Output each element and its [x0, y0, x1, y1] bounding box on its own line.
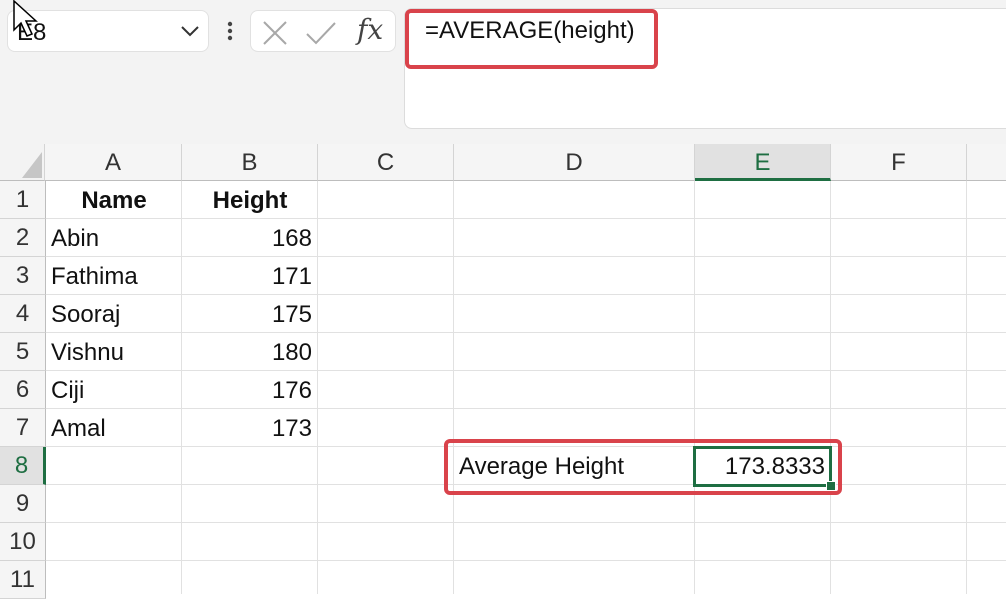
formula-controls: fx: [250, 10, 396, 52]
row-header-8[interactable]: 8: [0, 447, 46, 485]
result-highlight-box: [444, 439, 842, 495]
table-cell-name[interactable]: Vishnu: [46, 333, 182, 371]
table-cell-height[interactable]: 175: [182, 295, 318, 333]
row-header-11[interactable]: 11: [0, 561, 46, 599]
table-cell-height[interactable]: 180: [182, 333, 318, 371]
gridline: [966, 181, 967, 594]
column-header-b[interactable]: B: [182, 144, 318, 181]
row-header-6[interactable]: 6: [0, 371, 46, 409]
column-header-g[interactable]: [967, 144, 1006, 181]
row-header-3[interactable]: 3: [0, 257, 46, 295]
gridline: [830, 181, 831, 594]
x-icon[interactable]: [261, 20, 289, 46]
table-cell-name[interactable]: Ciji: [46, 371, 182, 409]
table-cell-name[interactable]: Abin: [46, 219, 182, 257]
column-header-e[interactable]: E: [695, 144, 831, 181]
mouse-cursor-icon: [13, 0, 38, 37]
row-header-4[interactable]: 4: [0, 295, 46, 333]
formula-highlight-box: [405, 9, 658, 69]
table-cell-name[interactable]: Amal: [46, 409, 182, 447]
row-header-1[interactable]: 1: [0, 181, 46, 219]
table-cell-height[interactable]: 171: [182, 257, 318, 295]
gridline: [46, 560, 1006, 561]
table-cell-height[interactable]: 168: [182, 219, 318, 257]
more-options-icon[interactable]: [222, 20, 238, 42]
check-icon[interactable]: [305, 20, 337, 46]
cell-a1-name-header[interactable]: Name: [46, 181, 182, 219]
table-cell-height[interactable]: 176: [182, 371, 318, 409]
insert-function-button[interactable]: fx: [357, 13, 383, 46]
table-cell-height[interactable]: 173: [182, 409, 318, 447]
gridline: [46, 522, 1006, 523]
cell-b1-height-header[interactable]: Height: [182, 181, 318, 219]
row-header-7[interactable]: 7: [0, 409, 46, 447]
column-header-a[interactable]: A: [45, 144, 182, 181]
column-header-c[interactable]: C: [318, 144, 454, 181]
gridline: [694, 181, 695, 594]
row-header-9[interactable]: 9: [0, 485, 46, 523]
table-cell-name[interactable]: Sooraj: [46, 295, 182, 333]
chevron-down-icon[interactable]: [180, 24, 200, 38]
column-header-d[interactable]: D: [454, 144, 695, 181]
gridline: [453, 181, 454, 594]
select-all-icon: [22, 152, 42, 178]
row-header-5[interactable]: 5: [0, 333, 46, 371]
row-header-2[interactable]: 2: [0, 219, 46, 257]
row-header-10[interactable]: 10: [0, 523, 46, 561]
table-cell-name[interactable]: Fathima: [46, 257, 182, 295]
column-header-f[interactable]: F: [831, 144, 967, 181]
